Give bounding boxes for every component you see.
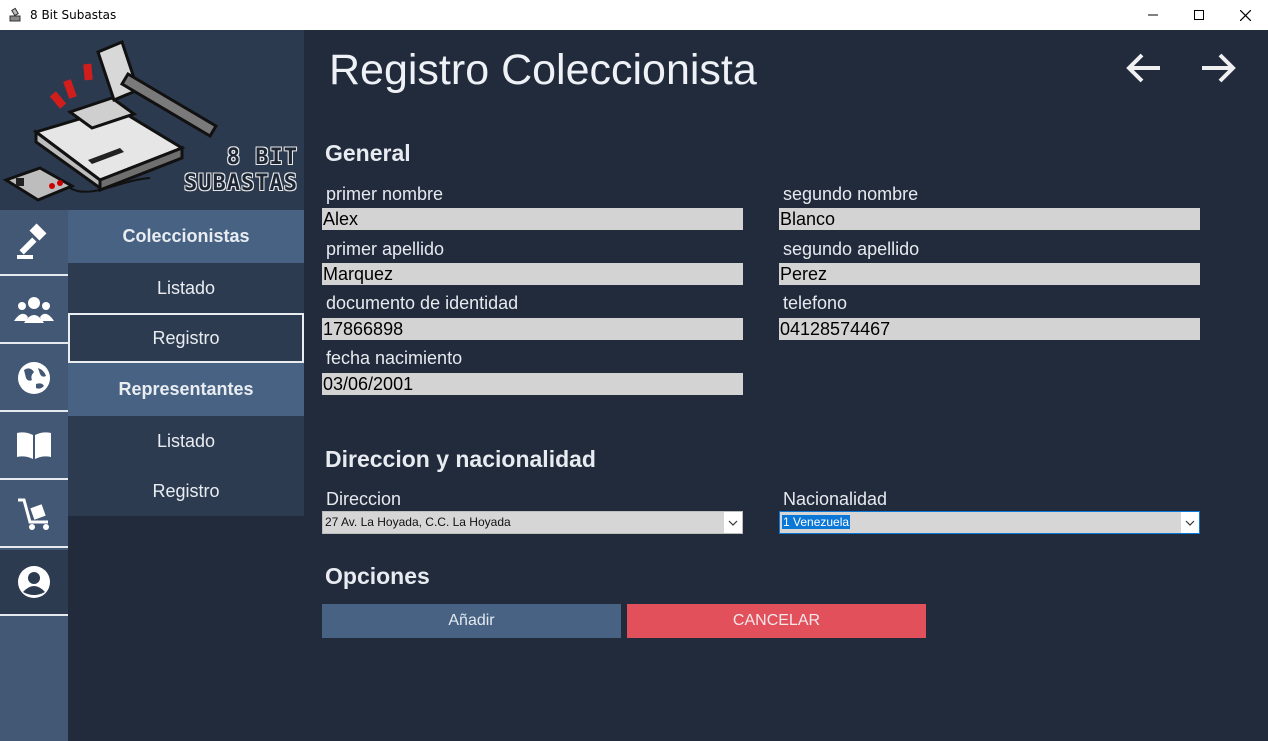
fecha-nacimiento-label: fecha nacimiento — [326, 348, 463, 368]
minimize-icon — [1148, 14, 1158, 16]
window-title-bar: 8 Bit Subastas — [0, 0, 1268, 30]
telefono-input[interactable]: 04128574467 — [779, 318, 1200, 340]
cancel-button[interactable]: CANCELAR — [627, 604, 926, 638]
logo-line-2: SUBASTAS — [184, 171, 298, 196]
chevron-down-icon[interactable] — [1181, 512, 1199, 533]
submenu-representantes-listado[interactable]: Listado — [68, 416, 304, 466]
section-direccion-title: Direccion y nacionalidad — [325, 446, 596, 472]
chevron-down-icon[interactable] — [724, 512, 742, 533]
rail-people-button[interactable] — [0, 278, 68, 344]
segundo-nombre-input[interactable]: Blanco — [779, 208, 1200, 230]
minimize-button[interactable] — [1130, 0, 1176, 30]
primer-nombre-input[interactable]: Alex — [322, 208, 743, 230]
submenu-representantes-registro[interactable]: Registro — [68, 466, 304, 516]
rail-orders-button[interactable] — [0, 482, 68, 548]
close-icon — [1239, 9, 1251, 21]
rail-profile-button[interactable] — [0, 550, 68, 616]
rail-auctions-button[interactable] — [0, 210, 68, 276]
nacionalidad-select[interactable]: 1 Venezuela — [779, 511, 1200, 534]
submenu-coleccionistas-registro[interactable]: Registro — [68, 313, 304, 363]
rail-countries-button[interactable] — [0, 346, 68, 412]
submenu-header-representantes[interactable]: Representantes — [68, 363, 304, 416]
globe-icon — [18, 362, 50, 394]
documento-label: documento de identidad — [326, 293, 519, 313]
segundo-apellido-input[interactable]: Perez — [779, 263, 1200, 285]
documento-input[interactable]: 17866898 — [322, 318, 743, 340]
submenu-coleccionistas-listado[interactable]: Listado — [68, 263, 304, 313]
rail-catalog-button[interactable] — [0, 414, 68, 480]
section-opciones-title: Opciones — [325, 563, 430, 589]
back-arrow-icon[interactable] — [1124, 48, 1164, 88]
nacionalidad-select-value: 1 Venezuela — [782, 515, 851, 529]
maximize-icon — [1194, 10, 1204, 20]
direccion-label: Direccion — [326, 489, 402, 509]
submenu-header-coleccionistas[interactable]: Coleccionistas — [68, 210, 304, 263]
nacionalidad-label: Nacionalidad — [783, 489, 888, 509]
logo-area: 8 BIT SUBASTAS — [0, 30, 304, 210]
forward-arrow-icon[interactable] — [1198, 48, 1238, 88]
cart-icon — [18, 498, 49, 530]
window-title: 8 Bit Subastas — [30, 8, 117, 22]
section-general-title: General — [325, 140, 411, 166]
primer-apellido-label: primer apellido — [326, 239, 445, 259]
primer-nombre-label: primer nombre — [326, 184, 444, 204]
direccion-select-value: 27 Av. La Hoyada, C.C. La Hoyada — [325, 515, 511, 529]
gavel-app-icon — [9, 7, 21, 22]
add-button[interactable]: Añadir — [322, 604, 621, 638]
maximize-button[interactable] — [1176, 0, 1222, 30]
page-title: Registro Coleccionista — [329, 46, 757, 94]
app-window: 8 BIT SUBASTAS Coleccionistas Listado Re… — [0, 30, 1268, 741]
logo-line-1: 8 BIT — [226, 145, 298, 170]
fecha-nacimiento-input[interactable]: 03/06/2001 — [322, 373, 743, 395]
close-button[interactable] — [1222, 0, 1268, 30]
users-icon — [14, 297, 54, 323]
telefono-label: telefono — [783, 293, 848, 313]
segundo-apellido-label: segundo apellido — [783, 239, 920, 259]
book-icon — [17, 432, 51, 459]
segundo-nombre-label: segundo nombre — [783, 184, 919, 204]
submenu: Coleccionistas Listado Registro Represen… — [68, 210, 304, 516]
gavel-icon — [17, 223, 47, 259]
direccion-select[interactable]: 27 Av. La Hoyada, C.C. La Hoyada — [322, 511, 743, 534]
logo-text: 8 BIT SUBASTAS — [184, 145, 298, 197]
primer-apellido-input[interactable]: Marquez — [322, 263, 743, 285]
icon-rail — [0, 210, 68, 741]
user-circle-icon — [18, 566, 50, 598]
